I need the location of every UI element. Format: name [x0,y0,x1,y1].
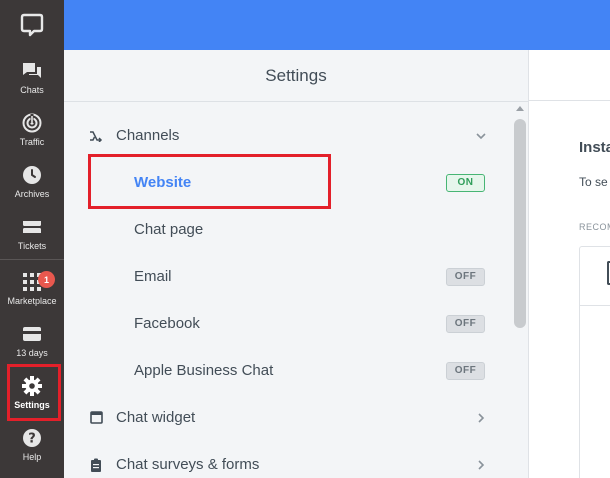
left-navigation: Chats Traffic Archives Tickets Marketpla… [0,0,64,478]
notification-badge: 1 [38,271,55,288]
archives-icon [21,164,43,186]
nav-item-label: Tickets [17,240,47,251]
nav-item-billing[interactable]: 13 days [0,314,64,366]
chats-icon [21,60,43,82]
billing-icon [21,323,43,345]
channel-item-email[interactable]: Email OFF [64,253,504,300]
settings-highlight-box [7,364,61,421]
content-subtitle: To se [579,175,608,189]
content-header [529,50,610,101]
nav-item-archives[interactable]: Archives [0,155,64,207]
tickets-icon [21,216,43,238]
website-status-toggle[interactable]: ON [446,173,485,192]
main-content: Insta To se RECOM [529,50,610,478]
website-highlight-box [88,154,331,209]
channel-item-label: Chat page [134,221,204,238]
nav-item-label: Archives [14,188,50,199]
chat-widget-label: Chat widget [116,409,196,426]
traffic-icon [21,112,43,134]
nav-item-tickets[interactable]: Tickets [0,207,64,259]
logo[interactable] [0,0,64,50]
top-bar [64,0,610,50]
install-option-card[interactable] [579,246,610,478]
scrollbar-thumb[interactable] [514,119,526,328]
svg-text:?: ? [28,431,36,446]
chat-surveys-forms-label: Chat surveys & forms [116,456,260,473]
nav-item-traffic[interactable]: Traffic [0,103,64,155]
card-divider [580,305,610,306]
nav-item-marketplace[interactable]: Marketplace [0,262,64,314]
settings-panel: Settings Channels Website ON Chat page E… [64,50,529,478]
channel-item-chat-page[interactable]: Chat page [64,206,504,253]
clipboard-icon [89,458,103,472]
help-icon: ? [21,427,43,449]
nav-divider [0,259,64,260]
window-icon [89,411,103,425]
chevron-right-icon [478,412,485,423]
channel-item-label: Facebook [134,315,200,332]
nav-item-chats[interactable]: Chats [0,51,64,103]
channels-section-header[interactable]: Channels [64,112,504,159]
nav-item-help[interactable]: ? Help [0,418,64,470]
email-status-toggle[interactable]: OFF [446,267,485,286]
panel-title: Settings [64,50,528,102]
nav-item-label: Traffic [19,136,45,147]
channels-label: Channels [116,127,180,144]
apple-business-chat-status-toggle[interactable]: OFF [446,361,485,380]
nav-item-label: Chats [20,84,44,95]
nav-item-label: Help [22,451,42,462]
channel-item-facebook[interactable]: Facebook OFF [64,300,504,347]
chat-bubble-logo-icon [20,13,44,37]
recommended-label: RECOM [579,222,610,232]
channel-item-apple-business-chat[interactable]: Apple Business Chat OFF [64,347,504,394]
chevron-down-icon [476,132,486,139]
content-title: Insta [579,139,610,156]
chevron-right-icon [478,459,485,470]
channel-item-label: Apple Business Chat [134,362,274,379]
chat-widget-section[interactable]: Chat widget [64,394,504,441]
scroll-up-arrow-icon[interactable] [516,106,524,111]
nav-item-label: Marketplace [7,295,57,306]
chat-surveys-forms-section[interactable]: Chat surveys & forms [64,441,504,478]
nav-item-label: 13 days [16,347,48,358]
facebook-status-toggle[interactable]: OFF [446,314,485,333]
channel-item-label: Email [134,268,172,285]
channels-icon [89,129,103,143]
